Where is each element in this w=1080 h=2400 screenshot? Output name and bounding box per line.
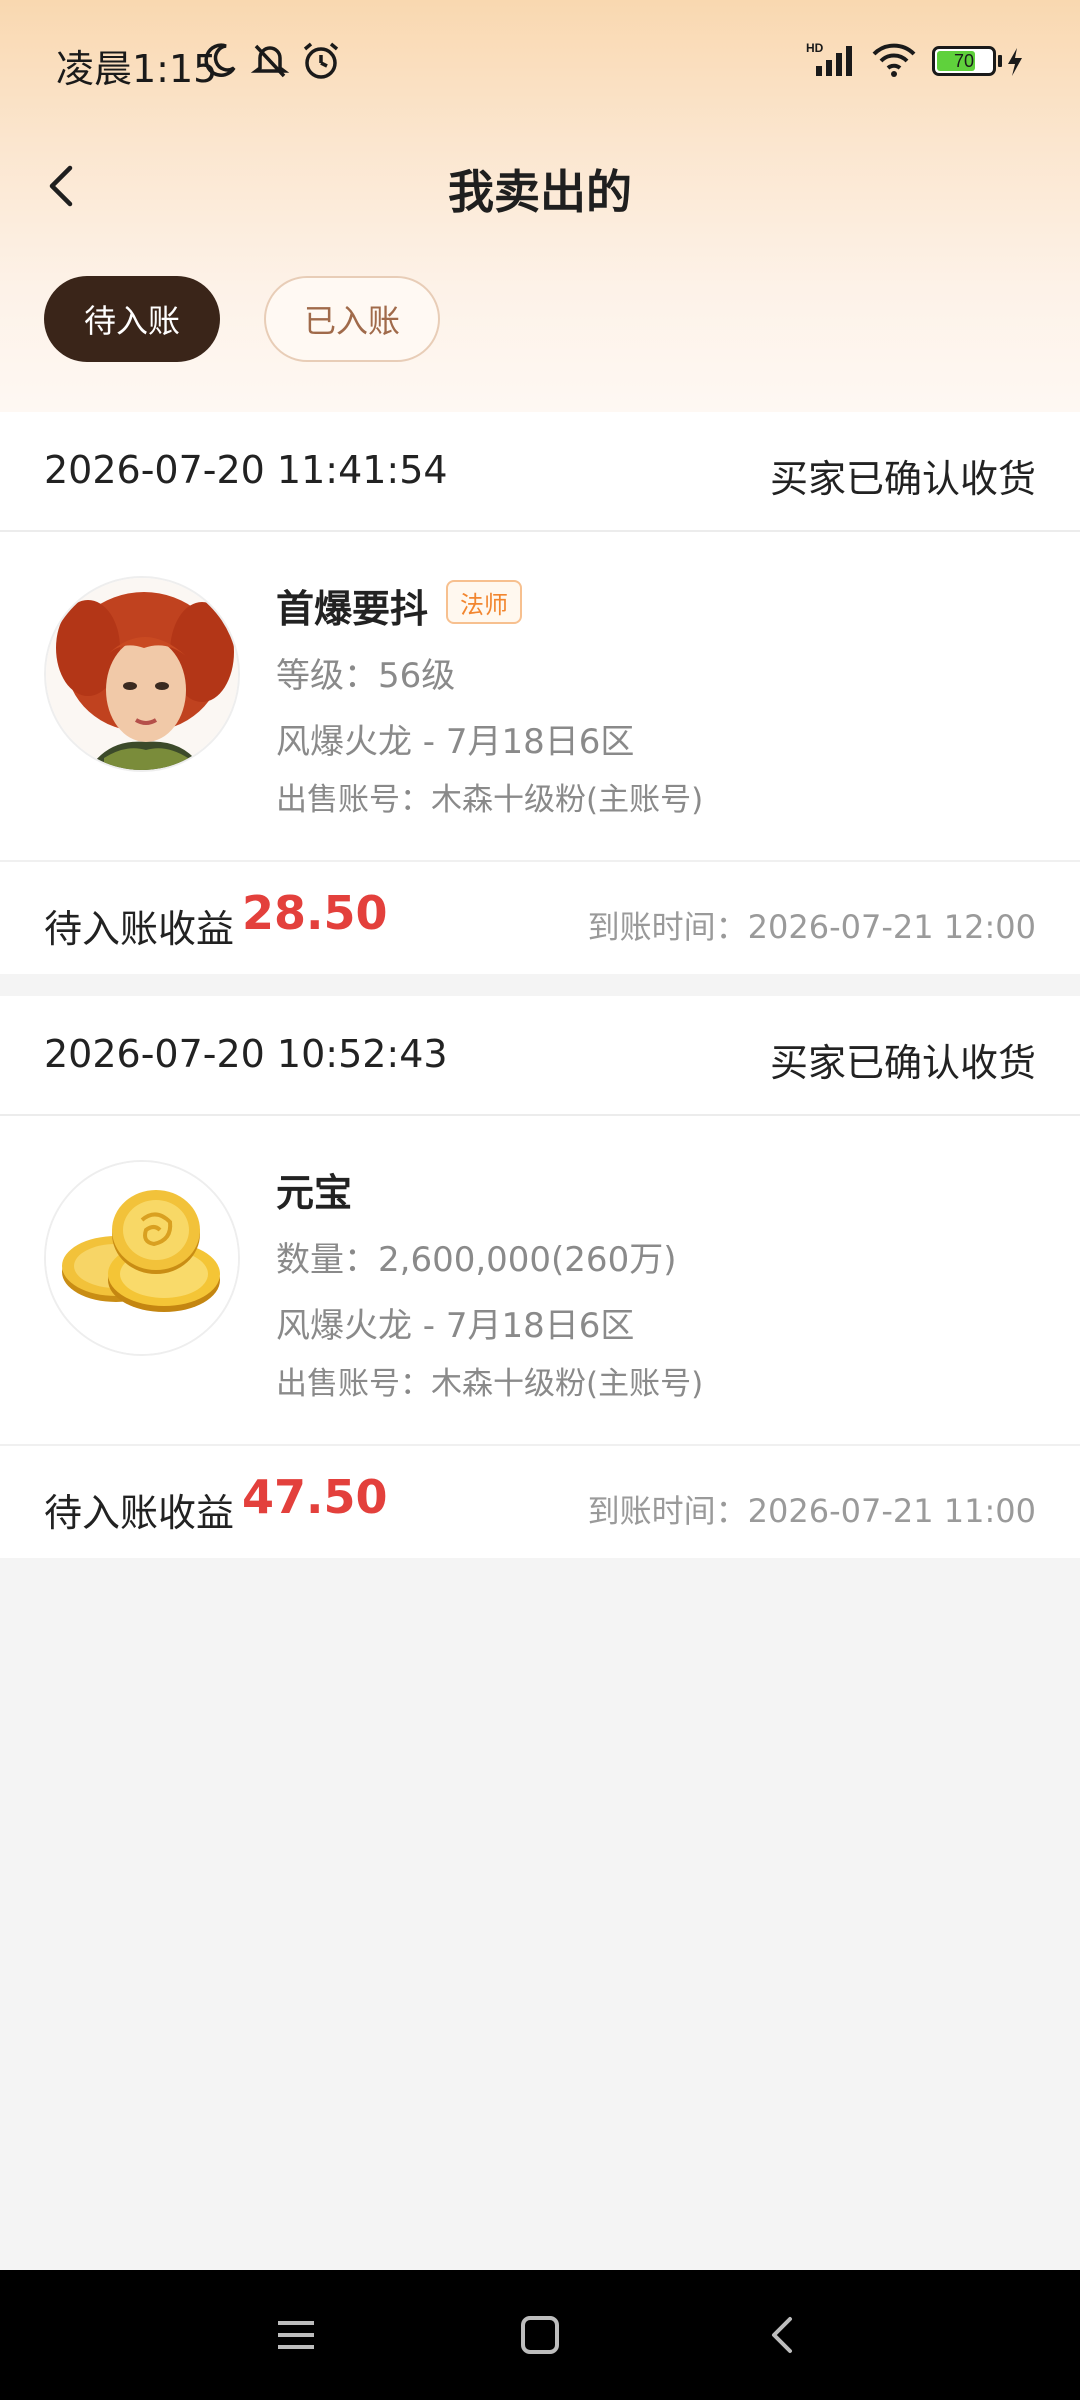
income-value: 28.50 (242, 886, 388, 940)
back-icon[interactable] (754, 2305, 814, 2365)
svg-text:HD: HD (806, 41, 824, 55)
character-portrait-icon (46, 578, 238, 770)
item-sell-account: 出售账号：木森十级粉(主账号) (276, 782, 704, 818)
hd-signal-icon: HD (806, 41, 852, 76)
item-name: 首爆要抖 (276, 587, 429, 631)
order-card[interactable]: 2026-07-20 11:41:54 买家已确认收货 首爆要抖 法师 等级：5… (0, 412, 1080, 974)
order-footer: 待入账收益 28.50 到账时间：2026-07-21 12:00 (0, 860, 1080, 974)
item-name: 元宝 (276, 1171, 353, 1215)
order-footer: 待入账收益 47.50 到账时间：2026-07-21 11:00 (0, 1444, 1080, 1558)
system-nav-bar (0, 2270, 1080, 2400)
battery-icon: 70 (932, 46, 1002, 76)
item-server: 风爆火龙 - 7月18日6区 (276, 722, 635, 762)
order-card[interactable]: 2026-07-20 10:52:43 买家已确认收货 元宝 数量：2,600,… (0, 996, 1080, 1558)
gold-coins-icon (46, 1162, 238, 1354)
bell-off-icon (250, 44, 290, 78)
charging-icon (1008, 48, 1022, 76)
order-header: 2026-07-20 11:41:54 买家已确认收货 (0, 412, 1080, 532)
page-title: 我卖出的 (448, 165, 632, 219)
item-level: 等级：56级 (276, 656, 456, 696)
income-value: 47.50 (242, 1470, 388, 1524)
order-status: 买家已确认收货 (769, 1041, 1036, 1085)
item-avatar (44, 1160, 240, 1356)
status-time: 凌晨1:15 (56, 47, 218, 91)
home-icon[interactable] (510, 2305, 570, 2365)
class-tag: 法师 (446, 580, 522, 624)
status-bar: 凌晨1:15 HD 70 (0, 0, 1080, 120)
item-quantity: 数量：2,600,000(260万) (276, 1240, 677, 1280)
item-sell-account: 出售账号：木森十级粉(主账号) (276, 1366, 704, 1402)
alarm-icon (303, 42, 339, 79)
income-label: 待入账收益 (44, 1491, 235, 1535)
character-avatar (44, 576, 240, 772)
arrive-time: 到账时间：2026-07-21 12:00 (587, 908, 1036, 946)
order-header: 2026-07-20 10:52:43 买家已确认收货 (0, 996, 1080, 1116)
tab-settled[interactable]: 已入账 (264, 276, 440, 362)
menu-icon[interactable] (266, 2305, 326, 2365)
battery-tip (998, 55, 1002, 67)
battery-percent: 70 (953, 51, 975, 71)
order-status: 买家已确认收货 (769, 457, 1036, 501)
tab-pending[interactable]: 待入账 (44, 276, 220, 362)
order-time: 2026-07-20 10:52:43 (44, 1032, 448, 1076)
arrive-time: 到账时间：2026-07-21 11:00 (587, 1492, 1036, 1530)
income-label: 待入账收益 (44, 907, 235, 951)
wifi-icon (872, 43, 916, 77)
order-time: 2026-07-20 11:41:54 (44, 448, 448, 492)
moon-icon (204, 43, 236, 77)
item-server: 风爆火龙 - 7月18日6区 (276, 1306, 635, 1346)
